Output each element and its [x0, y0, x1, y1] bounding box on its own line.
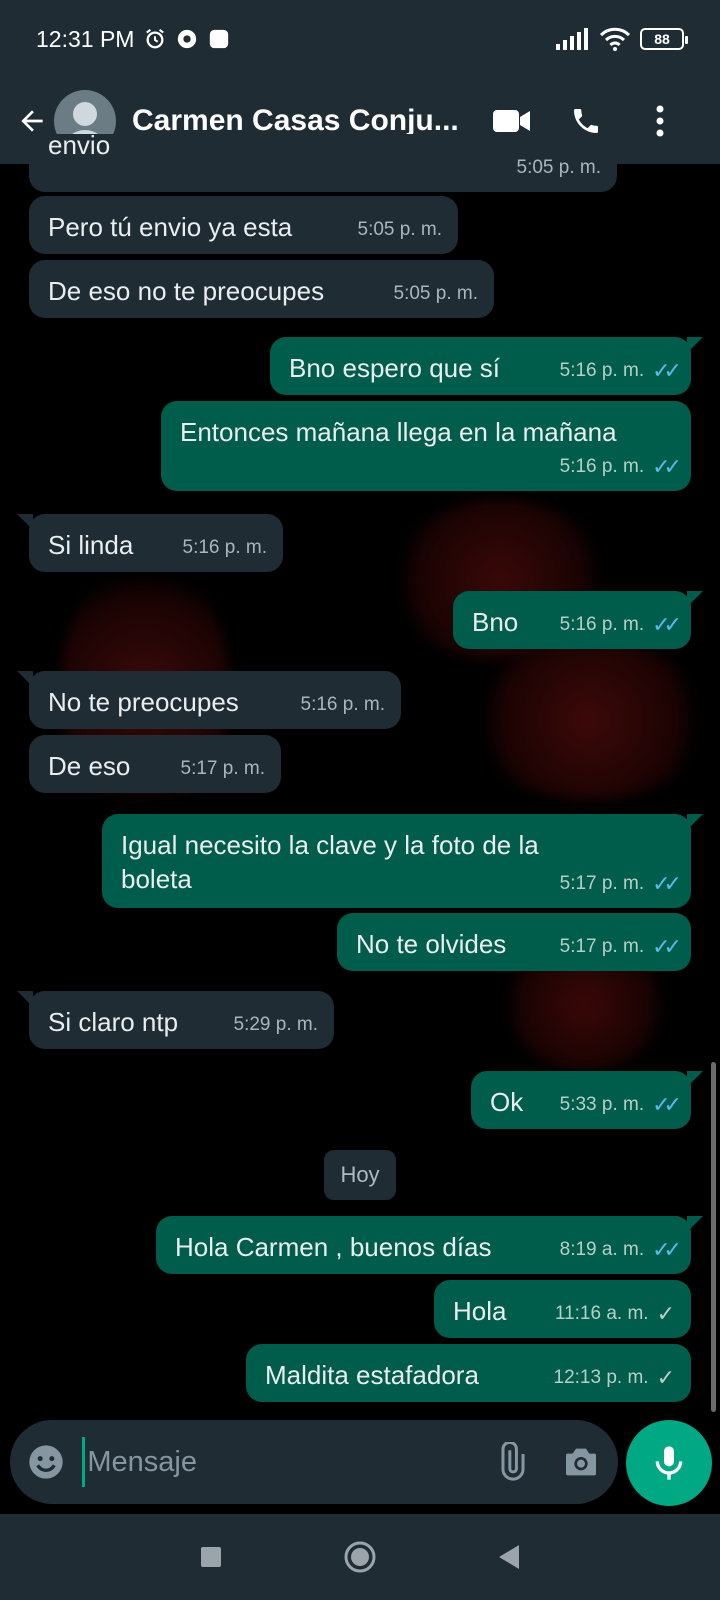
message-input[interactable] — [82, 1437, 465, 1487]
status-bar: 12:31 PM 88 — [0, 0, 720, 78]
message-incoming[interactable]: De eso 5:17 p. m. — [29, 735, 281, 793]
message-time: 12:13 p. m. — [553, 1367, 649, 1388]
emoji-icon — [29, 1445, 63, 1479]
message-outgoing[interactable]: Bno espero que sí 5:16 p. m. ✓✓ — [270, 337, 703, 395]
read-ticks-icon: ✓✓ — [652, 1237, 682, 1262]
day-separator: Hoy — [324, 1150, 396, 1200]
wifi-icon — [600, 27, 630, 51]
message-text: Igual necesito la clave y la foto de la … — [121, 830, 539, 894]
message-time: 5:05 p. m. — [516, 157, 602, 178]
message-incoming[interactable]: De eso no te preocupes 5:05 p. m. — [29, 260, 494, 318]
message-incoming[interactable]: No te preocupes 5:16 p. m. — [17, 671, 401, 729]
message-time: 5:16 p. m. — [182, 537, 268, 558]
message-outgoing[interactable]: Igual necesito la clave y la foto de la … — [102, 814, 703, 908]
message-time: 5:17 p. m. — [559, 936, 645, 957]
camera-icon — [566, 1448, 597, 1476]
read-ticks-icon: ✓✓ — [652, 934, 682, 959]
message-incoming[interactable]: envio 5:05 p. m. — [29, 130, 617, 192]
message-outgoing[interactable]: Ok 5:33 p. m. ✓✓ — [471, 1071, 703, 1129]
status-time: 12:31 PM — [36, 25, 135, 52]
sent-tick-icon: ✓ — [656, 1301, 675, 1326]
notification-square-icon — [210, 29, 229, 49]
message-outgoing[interactable]: No te olvides 5:17 p. m. ✓✓ — [337, 913, 691, 971]
message-text: Entonces mañana llega en la mañana — [180, 417, 617, 447]
message-time: 11:16 a. m. — [554, 1303, 649, 1324]
message-time: 5:29 p. m. — [233, 1014, 319, 1035]
message-time: 5:16 p. m. — [559, 456, 645, 477]
read-ticks-icon: ✓✓ — [652, 871, 682, 896]
message-incoming[interactable]: Si linda 5:16 p. m. — [17, 514, 283, 572]
read-ticks-icon: ✓✓ — [652, 1092, 682, 1117]
message-composer — [10, 1420, 618, 1504]
message-incoming[interactable]: Pero tú envio ya esta 5:05 p. m. — [29, 196, 458, 254]
message-time: 5:17 p. m. — [559, 873, 645, 894]
attach-button[interactable] — [488, 1437, 534, 1487]
signal-icon — [556, 28, 588, 50]
battery-icon: 88 — [640, 28, 688, 50]
message-outgoing[interactable]: Entonces mañana llega en la mañana 5:16 … — [161, 401, 691, 491]
message-time: 5:05 p. m. — [357, 219, 443, 240]
scrollbar[interactable] — [711, 1062, 716, 1412]
more-options-button[interactable] — [632, 93, 688, 149]
read-ticks-icon: ✓✓ — [652, 612, 682, 637]
back-arrow-icon — [21, 110, 43, 132]
paperclip-icon — [501, 1442, 525, 1481]
back-triangle-icon[interactable] — [497, 1544, 521, 1570]
alarm-icon — [146, 29, 165, 49]
battery-level: 88 — [654, 31, 670, 47]
home-icon[interactable] — [343, 1540, 377, 1574]
chrome-icon — [178, 29, 197, 49]
sent-tick-icon: ✓ — [656, 1365, 675, 1390]
message-time: 5:17 p. m. — [180, 758, 266, 779]
message-outgoing[interactable]: Bno 5:16 p. m. ✓✓ — [453, 591, 703, 649]
camera-button[interactable] — [558, 1437, 604, 1487]
read-ticks-icon: ✓✓ — [652, 358, 682, 383]
message-time: 8:19 a. m. — [559, 1239, 645, 1260]
microphone-icon — [655, 1446, 683, 1480]
voice-record-button[interactable] — [626, 1420, 712, 1506]
message-time: 5:16 p. m. — [300, 694, 386, 715]
system-nav-bar — [0, 1514, 720, 1600]
message-incoming[interactable]: Si claro ntp 5:29 p. m. — [17, 991, 334, 1049]
read-ticks-icon: ✓✓ — [652, 454, 682, 479]
more-vert-icon — [656, 105, 664, 137]
message-time: 5:05 p. m. — [393, 283, 479, 304]
message-outgoing[interactable]: Hola Carmen , buenos días 8:19 a. m. ✓✓ — [156, 1216, 703, 1274]
message-outgoing[interactable]: Maldita estafadora 12:13 p. m. ✓ — [246, 1344, 691, 1402]
emoji-button[interactable] — [26, 1440, 66, 1484]
message-time: 5:16 p. m. — [559, 614, 645, 635]
message-time: 5:16 p. m. — [559, 360, 645, 381]
message-time: 5:33 p. m. — [559, 1094, 645, 1115]
message-outgoing[interactable]: Hola 11:16 a. m. ✓ — [434, 1280, 691, 1338]
recents-icon[interactable] — [199, 1545, 223, 1569]
